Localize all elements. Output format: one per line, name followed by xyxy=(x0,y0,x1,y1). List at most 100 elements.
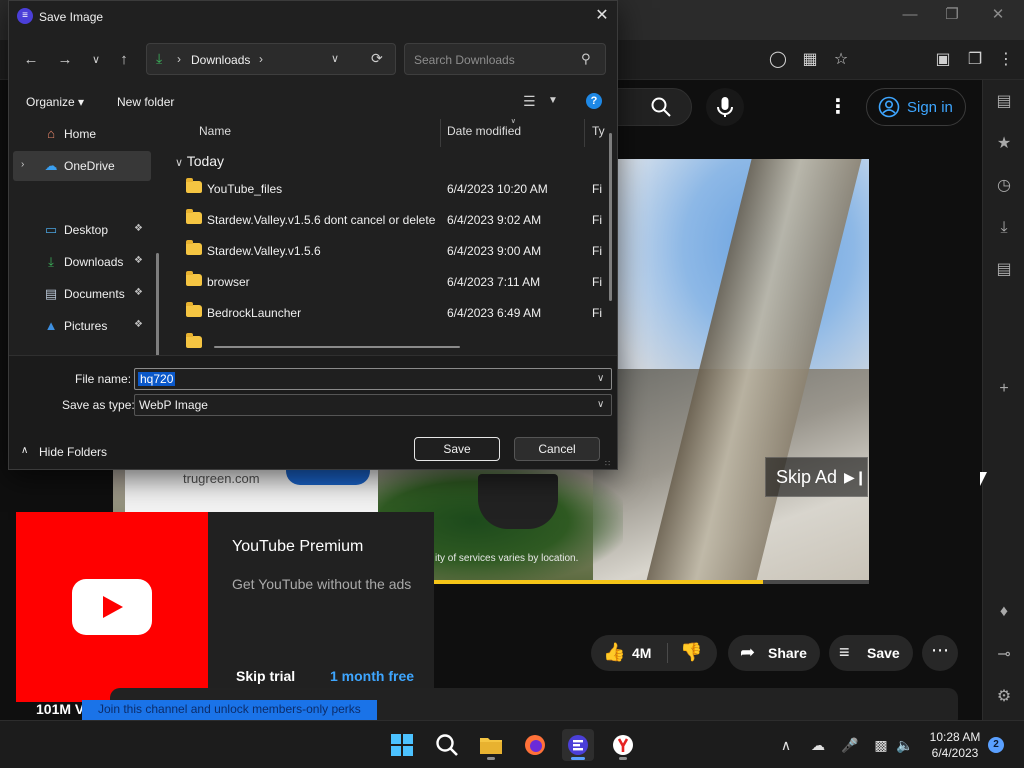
home-icon: ⌂ xyxy=(47,126,55,141)
file-row[interactable]: Stardew.Valley.v1.5.6 6/4/2023 9:00 AM F… xyxy=(168,236,613,267)
shield-icon[interactable]: ◯ xyxy=(766,48,790,72)
system-clock[interactable]: 10:28 AM 6/4/2023 xyxy=(918,729,992,761)
save-type-dropdown-icon[interactable]: ∨ xyxy=(597,399,604,410)
star-icon[interactable]: ☆ xyxy=(829,48,853,72)
tabs-icon[interactable]: ❐ xyxy=(963,48,987,72)
volume-icon[interactable]: 🔈 xyxy=(895,735,915,755)
file-name: Stardew.Valley.v1.5.6 xyxy=(207,244,321,258)
yandex-taskbar[interactable] xyxy=(607,729,639,761)
nav-item-desktop[interactable]: ▭ Desktop ❖ xyxy=(9,215,159,245)
save-to-playlist-button[interactable]: ≡ Save xyxy=(829,635,913,671)
key-icon[interactable]: ⊸ xyxy=(992,643,1016,667)
history-icon[interactable]: ◷ xyxy=(992,174,1016,198)
share-button[interactable]: ➦ Share xyxy=(728,635,820,671)
save-button[interactable]: Save xyxy=(414,437,500,461)
file-list-horizontal-scrollbar[interactable] xyxy=(214,346,460,348)
taskbar-search-button[interactable] xyxy=(431,729,463,761)
new-folder-button[interactable]: New folder xyxy=(117,95,174,109)
view-list-icon[interactable]: ☰ xyxy=(523,93,536,110)
dialog-close-icon[interactable]: ✕ xyxy=(593,7,611,25)
address-dropdown-icon[interactable]: ∨ xyxy=(331,52,339,65)
notification-badge[interactable]: 2 xyxy=(988,737,1004,753)
address-bar[interactable]: ⤓ › Downloads › ∨ ⟳ xyxy=(146,43,396,75)
file-explorer-taskbar[interactable] xyxy=(475,729,507,761)
view-dropdown-icon[interactable]: ▼ xyxy=(548,95,558,106)
thumbs-up-icon[interactable]: 👍 xyxy=(603,642,625,663)
file-list-scrollbar[interactable] xyxy=(609,133,612,301)
restore-icon[interactable]: ❐ xyxy=(932,4,972,26)
refresh-icon[interactable]: ⟳ xyxy=(371,50,383,67)
file-row[interactable]: YouTube_files 6/4/2023 10:20 AM Fi xyxy=(168,174,613,205)
sign-in-button[interactable]: Sign in xyxy=(866,88,966,126)
one-month-free-button[interactable]: 1 month free xyxy=(320,664,424,688)
file-row[interactable] xyxy=(168,329,613,355)
nav-item-downloads[interactable]: ⤓ Downloads ❖ xyxy=(9,247,159,277)
file-row[interactable]: Stardew.Valley.v1.5.6 dont cancel or del… xyxy=(168,205,613,236)
network-icon[interactable]: ▩ xyxy=(871,735,891,755)
group-header-today[interactable]: ∨ Today xyxy=(175,153,224,169)
nav-item-onedrive[interactable]: › ☁ OneDrive xyxy=(13,151,151,181)
voice-search-button[interactable] xyxy=(706,88,744,126)
bookmarks-star-icon[interactable]: ★ xyxy=(992,132,1016,156)
file-row[interactable]: browser 6/4/2023 7:11 AM Fi xyxy=(168,267,613,298)
breadcrumb-downloads[interactable]: Downloads xyxy=(191,53,250,67)
folder-icon xyxy=(186,178,202,193)
show-hidden-icons-chevron-icon[interactable]: ∧ xyxy=(776,735,796,755)
skip-trial-button[interactable]: Skip trial xyxy=(224,664,307,688)
reading-list-icon[interactable]: ▤ xyxy=(992,258,1016,282)
breadcrumb-chevron-icon[interactable]: › xyxy=(259,52,263,66)
close-window-icon[interactable]: ✕ xyxy=(978,4,1018,26)
puzzle-icon[interactable]: ♦ xyxy=(992,600,1016,624)
nav-pane-scrollbar[interactable] xyxy=(156,253,159,355)
column-type[interactable]: Ty xyxy=(592,124,605,138)
share-arrow-icon: ➦ xyxy=(740,642,756,662)
help-icon[interactable]: ? xyxy=(586,93,602,109)
column-divider[interactable] xyxy=(440,119,441,147)
nav-item-documents[interactable]: ▤ Documents ❖ xyxy=(9,279,159,309)
column-name[interactable]: Name xyxy=(199,124,231,138)
nav-item-pictures[interactable]: ▲ Pictures ❖ xyxy=(9,311,159,341)
minimize-icon[interactable]: — xyxy=(890,4,930,26)
search-icon: ⚲ xyxy=(581,51,591,66)
join-channel-banner[interactable]: Join this channel and unlock members-onl… xyxy=(82,700,377,720)
expand-chevron-icon[interactable]: › xyxy=(21,159,24,170)
skip-ad-button[interactable]: Skip Ad ▶❙ xyxy=(765,457,868,497)
like-count[interactable]: 4M xyxy=(632,645,651,661)
qr-code-icon[interactable]: ▦ xyxy=(798,48,822,72)
cancel-button[interactable]: Cancel xyxy=(514,437,600,461)
start-button[interactable] xyxy=(386,729,418,761)
organize-menu[interactable]: Organize ▾ xyxy=(26,95,84,109)
wallet-icon[interactable]: ▣ xyxy=(931,48,955,72)
file-type: Fi xyxy=(592,275,602,289)
breadcrumb-chevron-icon[interactable]: › xyxy=(177,52,181,66)
nav-item-music[interactable]: ● xyxy=(9,343,159,355)
save-type-select[interactable]: WebP Image ∨ xyxy=(134,394,612,416)
file-date: 6/4/2023 10:20 AM xyxy=(447,182,548,196)
file-name-dropdown-icon[interactable]: ∨ xyxy=(597,373,604,384)
more-actions-button[interactable]: ⋯ xyxy=(922,635,958,671)
file-name-input[interactable]: hq720 ∨ xyxy=(134,368,612,390)
download-icon[interactable]: ⤓ xyxy=(992,216,1016,240)
settings-gear-icon[interactable]: ⚙ xyxy=(992,685,1016,709)
onedrive-offline-icon[interactable]: ☁ xyxy=(808,735,828,755)
briefcase-icon[interactable]: ▤ xyxy=(992,90,1016,114)
browser-taskbar[interactable] xyxy=(562,729,594,761)
column-date-modified[interactable]: Date modified xyxy=(447,124,521,138)
nav-item-home[interactable]: ⌂ Home xyxy=(9,119,159,149)
sort-indicator-icon: ∨ xyxy=(510,119,517,125)
resize-grip-icon[interactable]: ∷ xyxy=(605,460,613,468)
thumbs-down-icon[interactable]: 👎 xyxy=(680,642,702,663)
menu-dots-icon[interactable]: ⋮ xyxy=(994,48,1018,72)
up-arrow-icon[interactable]: ↑ xyxy=(113,49,135,71)
recent-locations-chevron-icon[interactable]: ∨ xyxy=(85,49,107,71)
column-divider[interactable] xyxy=(584,119,585,147)
more-options-icon[interactable]: ⋮ xyxy=(826,94,850,120)
search-downloads-input[interactable]: Search Downloads ⚲ xyxy=(404,43,606,75)
firefox-taskbar[interactable] xyxy=(519,729,551,761)
back-arrow-icon[interactable]: ← xyxy=(20,49,42,71)
forward-arrow-icon[interactable]: → xyxy=(54,49,76,71)
microphone-icon[interactable]: 🎤 xyxy=(840,735,860,755)
navigation-pane: ⌂ Home › ☁ OneDrive ▭ Desktop ❖ ⤓ Downlo… xyxy=(9,119,164,355)
add-panel-icon[interactable]: + xyxy=(992,377,1016,401)
file-row[interactable]: BedrockLauncher 6/4/2023 6:49 AM Fi xyxy=(168,298,613,329)
